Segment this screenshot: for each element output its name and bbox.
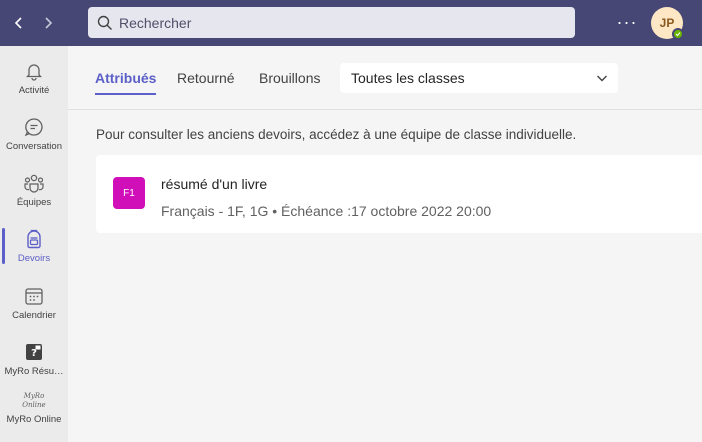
search-icon bbox=[97, 15, 112, 30]
search-input[interactable] bbox=[119, 14, 559, 31]
top-bar: ··· JP bbox=[0, 0, 702, 46]
presence-available-icon bbox=[672, 28, 684, 40]
rail-item-activity[interactable]: Activité bbox=[0, 50, 68, 106]
tab-bar: Attribués Retourné Brouillons Toutes les… bbox=[68, 46, 702, 110]
forward-arrow-icon[interactable] bbox=[38, 13, 58, 33]
rail-item-calendar[interactable]: Calendrier bbox=[0, 275, 68, 331]
info-text: Pour consulter les anciens devoirs, accé… bbox=[96, 127, 577, 142]
rail-item-label: Activité bbox=[18, 85, 50, 96]
rail-item-conversation[interactable]: Conversation bbox=[0, 106, 68, 162]
myro-app-icon: ? bbox=[23, 341, 45, 363]
back-arrow-icon[interactable] bbox=[9, 13, 29, 33]
svg-text:?: ? bbox=[31, 348, 37, 359]
myro-online-logo: MyRo Online bbox=[22, 392, 46, 409]
rail-item-teams[interactable]: Équipes bbox=[0, 162, 68, 218]
bell-icon bbox=[23, 60, 45, 82]
search-box[interactable] bbox=[88, 7, 575, 38]
assignments-pane: Attribués Retourné Brouillons Toutes les… bbox=[68, 46, 702, 442]
tab-returned[interactable]: Retourné bbox=[177, 70, 235, 86]
class-filter-dropdown[interactable]: Toutes les classes bbox=[340, 63, 618, 93]
rail-item-label: MyRo Résu… bbox=[4, 366, 64, 377]
rail-item-myro-online[interactable]: MyRo Online MyRo Online bbox=[0, 386, 68, 442]
tab-assigned[interactable]: Attribués bbox=[95, 70, 157, 95]
rail-item-label: Devoirs bbox=[17, 253, 51, 264]
more-options-icon[interactable]: ··· bbox=[617, 12, 637, 32]
assignment-title: résumé d'un livre bbox=[161, 176, 268, 192]
calendar-icon bbox=[23, 285, 45, 307]
backpack-icon bbox=[23, 228, 45, 250]
teams-icon bbox=[23, 172, 45, 194]
rail-item-label: Conversation bbox=[6, 141, 62, 152]
class-badge: F1 bbox=[113, 177, 145, 209]
assignment-card[interactable]: F1 résumé d'un livre Français - 1F, 1G •… bbox=[96, 155, 702, 233]
chat-icon bbox=[23, 116, 45, 138]
class-filter-value: Toutes les classes bbox=[351, 70, 465, 86]
rail-item-label: Calendrier bbox=[12, 310, 56, 321]
rail-item-myro-resume[interactable]: ? MyRo Résu… bbox=[0, 331, 68, 387]
rail-item-label: Équipes bbox=[16, 197, 52, 208]
assignment-details: Français - 1F, 1G • Échéance :17 octobre… bbox=[161, 203, 492, 219]
app-bar: Activité Conversation Équipes Devoirs Ca… bbox=[0, 46, 68, 442]
tab-drafts[interactable]: Brouillons bbox=[259, 70, 320, 86]
rail-item-label: MyRo Online bbox=[6, 414, 62, 425]
chevron-down-icon bbox=[597, 75, 607, 82]
rail-item-assignments[interactable]: Devoirs bbox=[0, 218, 68, 274]
